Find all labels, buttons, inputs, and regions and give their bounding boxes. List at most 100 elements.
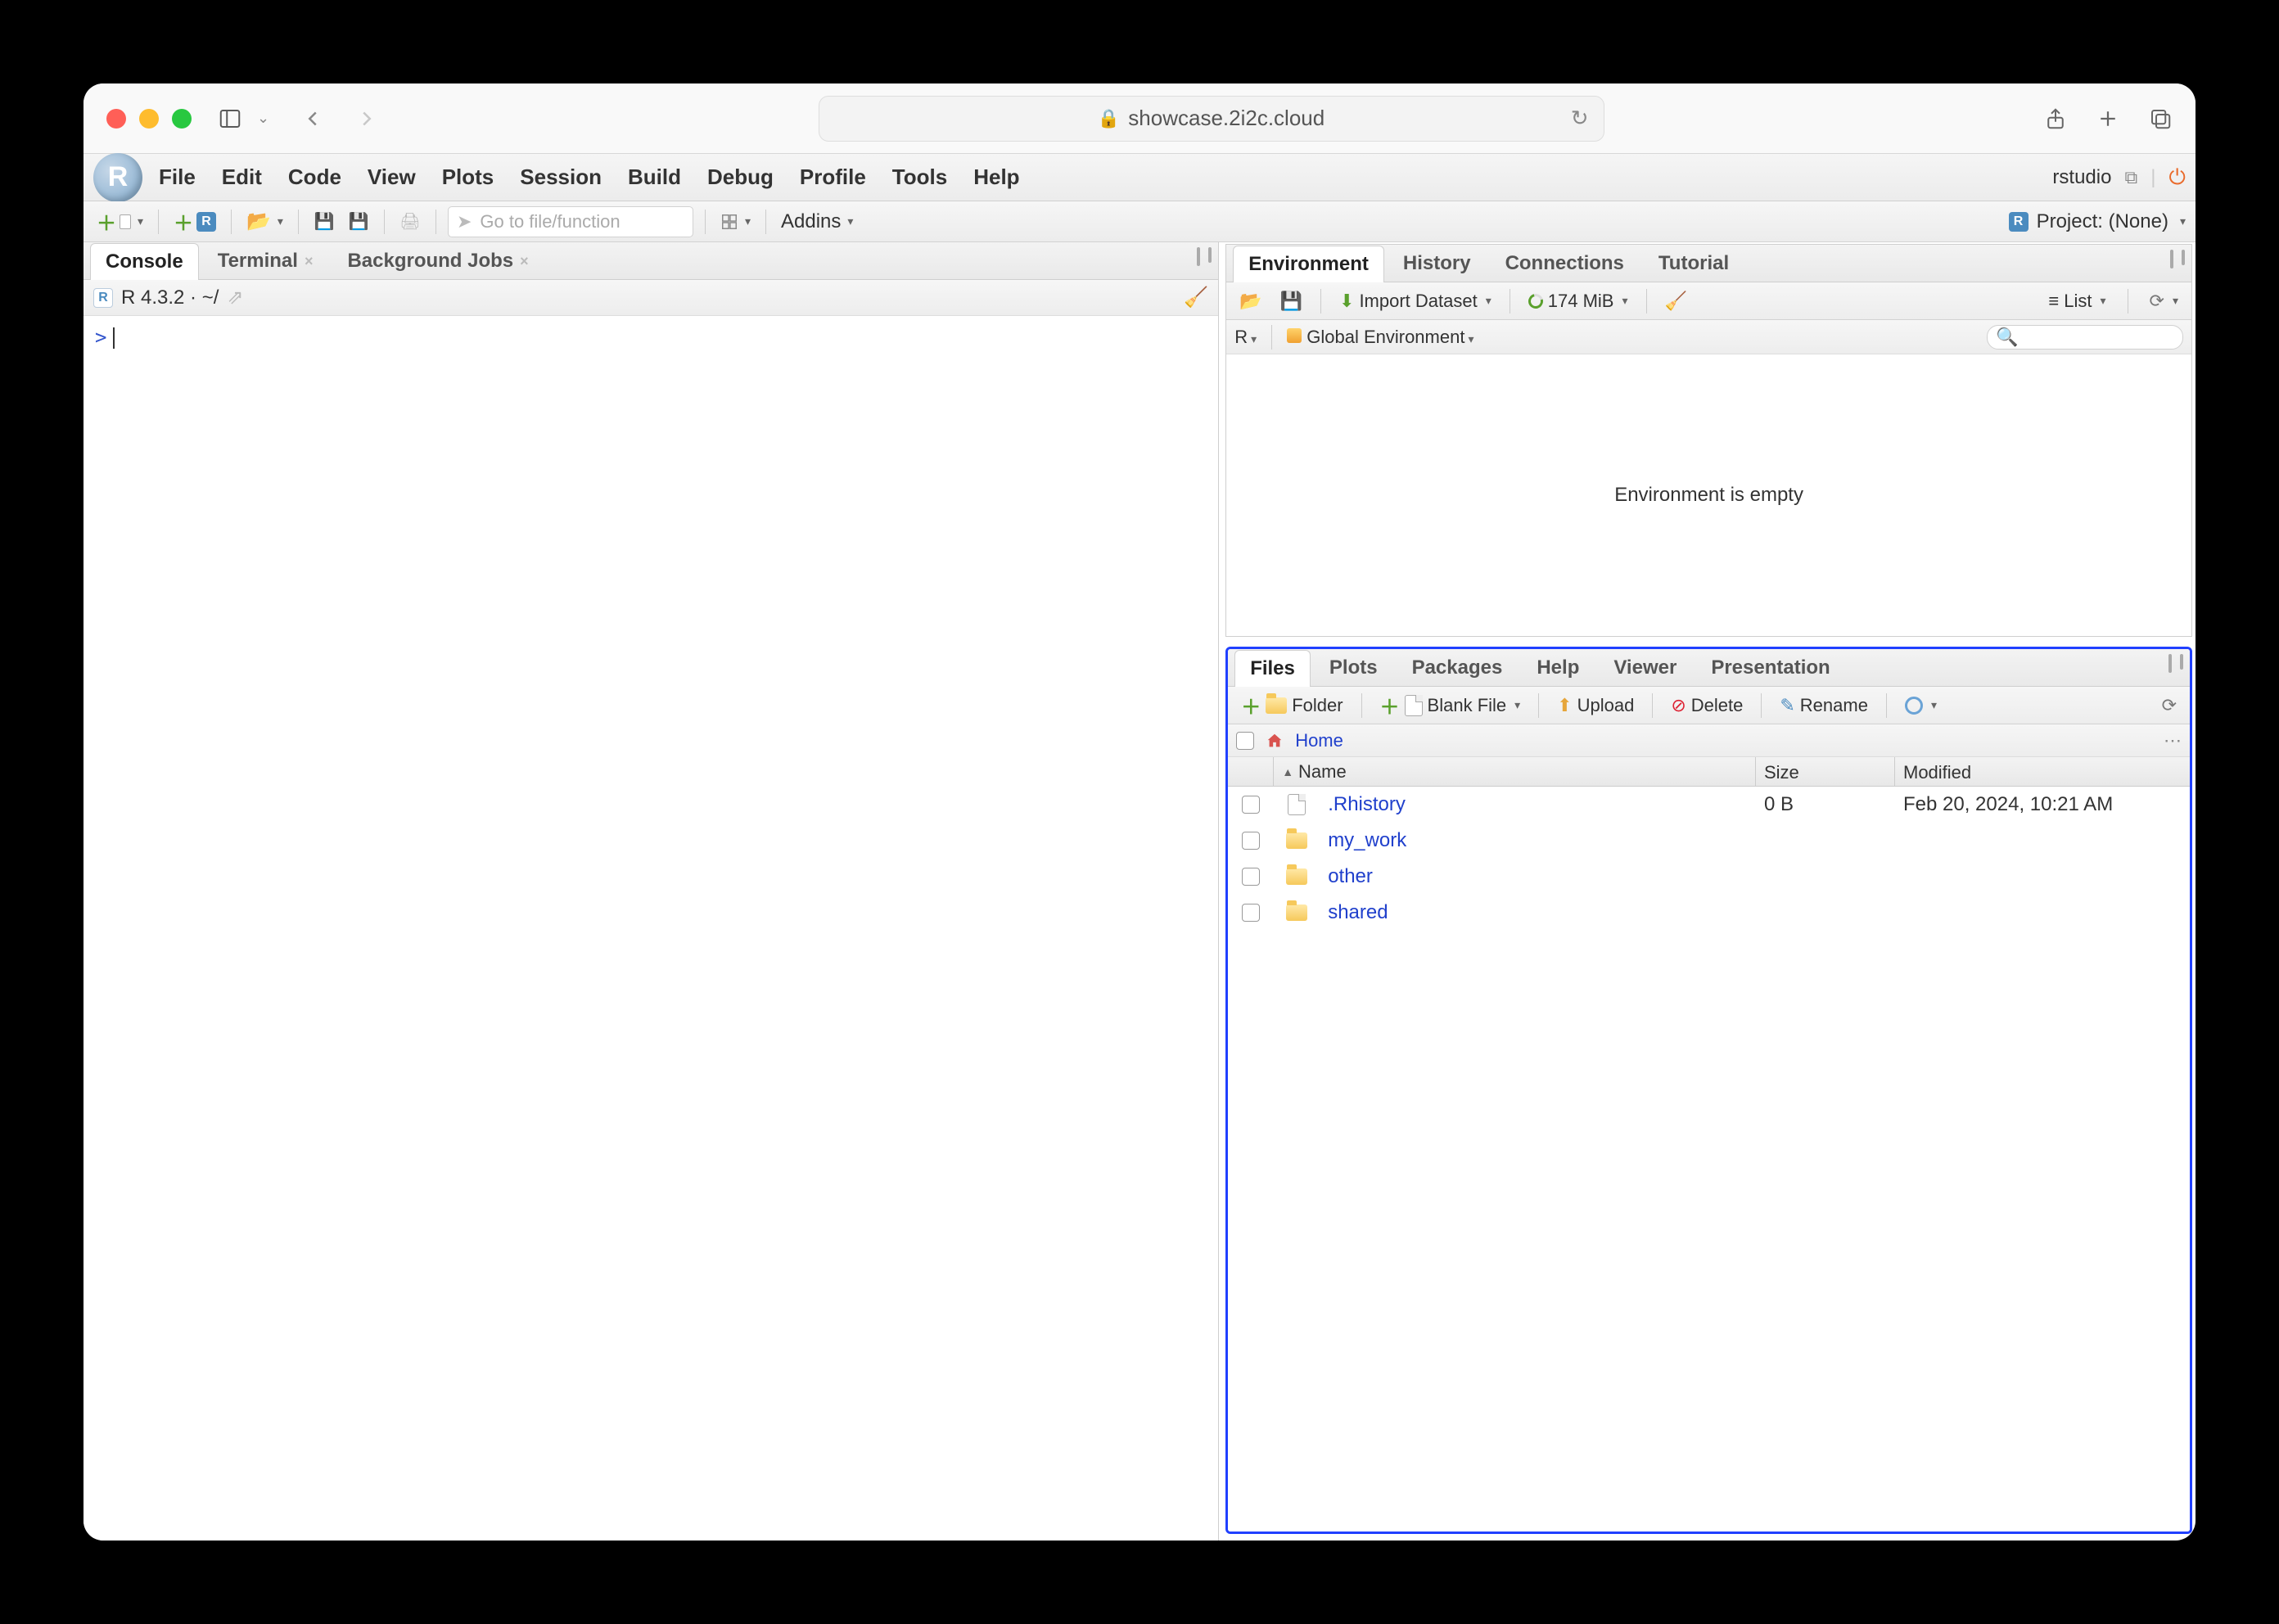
save-all-button[interactable]: 💾 — [345, 208, 372, 236]
delete-button[interactable]: ⊘ Delete — [1666, 693, 1748, 718]
console-body[interactable]: > — [83, 316, 1218, 1541]
menu-profile[interactable]: Profile — [800, 165, 866, 190]
new-blank-file-button[interactable]: ＋ Blank File▾ — [1375, 689, 1526, 721]
col-size-header[interactable]: Size — [1756, 757, 1895, 786]
row-checkbox[interactable] — [1242, 868, 1260, 886]
save-button[interactable]: 💾 — [310, 208, 338, 236]
tab-plots[interactable]: Plots — [1314, 649, 1393, 686]
new-folder-button[interactable]: ＋ Folder — [1236, 689, 1347, 721]
print-button[interactable]: 🖨 — [396, 208, 424, 236]
menu-edit[interactable]: Edit — [222, 165, 262, 190]
project-label[interactable]: Project: (None) — [2037, 210, 2168, 233]
forward-button[interactable] — [354, 106, 379, 131]
close-window-button[interactable] — [106, 109, 126, 129]
more-gear-button[interactable]: ▾ — [1900, 695, 1942, 716]
reload-icon[interactable]: ↻ — [1571, 106, 1589, 131]
file-name-link[interactable]: shared — [1328, 901, 1388, 924]
home-icon[interactable] — [1264, 732, 1285, 750]
tab-help[interactable]: Help — [1521, 649, 1595, 686]
refresh-files-button[interactable]: ⟳ — [2157, 693, 2182, 718]
back-button[interactable] — [300, 106, 325, 131]
minimize-env-icon[interactable] — [2170, 251, 2173, 264]
new-tab-icon[interactable] — [2096, 106, 2120, 131]
tab-environment[interactable]: Environment — [1233, 246, 1384, 282]
open-file-button[interactable]: 📂▾ — [243, 208, 287, 236]
chevron-down-icon[interactable]: ⌄ — [257, 110, 269, 127]
tab-connections[interactable]: Connections — [1490, 245, 1640, 282]
import-dataset-button[interactable]: ⬇ Import Dataset▾ — [1334, 289, 1496, 314]
file-name-link[interactable]: other — [1328, 865, 1373, 888]
memory-usage[interactable]: 174 MiB▾ — [1523, 289, 1633, 314]
col-modified-header[interactable]: Modified — [1895, 757, 2190, 786]
zoom-window-button[interactable] — [172, 109, 192, 129]
maximize-env-icon[interactable] — [2182, 251, 2185, 264]
tabs-overview-icon[interactable] — [2148, 106, 2173, 131]
menu-session[interactable]: Session — [520, 165, 602, 190]
view-mode-list[interactable]: ≡ List▾ — [2043, 289, 2110, 314]
env-search-input[interactable]: 🔍 — [1987, 325, 2183, 350]
tab-packages[interactable]: Packages — [1397, 649, 1519, 686]
minimize-window-button[interactable] — [139, 109, 159, 129]
tab-terminal[interactable]: Terminal× — [202, 242, 329, 279]
minimize-pane-icon[interactable] — [1197, 249, 1200, 261]
rename-button[interactable]: ✎ Rename — [1775, 693, 1873, 718]
share-icon[interactable] — [2043, 106, 2068, 131]
col-name-header[interactable]: ▲Name — [1274, 757, 1756, 786]
console-tabstrip: ConsoleTerminal×Background Jobs× — [83, 242, 1218, 280]
row-checkbox[interactable] — [1242, 904, 1260, 922]
clear-console-icon[interactable]: 🧹 — [1184, 286, 1208, 309]
sidebar-toggle-icon[interactable] — [218, 106, 242, 131]
load-workspace-button[interactable]: 📂 — [1234, 289, 1266, 314]
file-name-link[interactable]: my_work — [1328, 829, 1406, 852]
menu-help[interactable]: Help — [973, 165, 1019, 190]
menu-plots[interactable]: Plots — [442, 165, 494, 190]
menu-file[interactable]: File — [159, 165, 196, 190]
menu-code[interactable]: Code — [288, 165, 341, 190]
file-row[interactable]: other — [1228, 859, 2190, 895]
tab-files[interactable]: Files — [1234, 650, 1311, 687]
refresh-env-button[interactable]: ⟳▾ — [2145, 289, 2183, 314]
file-row[interactable]: .Rhistory0 BFeb 20, 2024, 10:21 AM — [1228, 787, 2190, 823]
menu-debug[interactable]: Debug — [707, 165, 774, 190]
language-scope[interactable]: R▾ — [1234, 327, 1257, 348]
home-link[interactable]: Home — [1295, 730, 1343, 751]
new-file-button[interactable]: ＋▾ — [93, 208, 147, 236]
quit-session-icon[interactable]: ⏻ — [2168, 165, 2186, 191]
workspace-panes-button[interactable]: ▾ — [717, 208, 754, 236]
upload-button[interactable]: ⬆ Upload — [1552, 693, 1639, 718]
popout-icon[interactable]: ⧉ — [2124, 167, 2137, 188]
popout-console-icon[interactable]: ⇗ — [227, 286, 243, 309]
file-row[interactable]: shared — [1228, 895, 2190, 931]
tab-history[interactable]: History — [1388, 245, 1487, 282]
tab-presentation[interactable]: Presentation — [1695, 649, 1845, 686]
tab-tutorial[interactable]: Tutorial — [1643, 245, 1744, 282]
tab-console[interactable]: Console — [90, 243, 199, 280]
env-scope[interactable]: Global Environment▾ — [1287, 327, 1473, 348]
menu-view[interactable]: View — [368, 165, 416, 190]
close-tab-icon[interactable]: × — [520, 253, 529, 270]
tab-background-jobs[interactable]: Background Jobs× — [332, 242, 544, 279]
close-tab-icon[interactable]: × — [305, 253, 314, 270]
save-workspace-button[interactable]: 💾 — [1275, 289, 1307, 314]
path-more-icon[interactable]: ⋯ — [2164, 730, 2182, 751]
file-name-link[interactable]: .Rhistory — [1328, 793, 1406, 816]
project-caret-icon[interactable]: ▾ — [2180, 214, 2186, 228]
row-checkbox[interactable] — [1242, 796, 1260, 814]
tab-viewer[interactable]: Viewer — [1598, 649, 1692, 686]
minimize-files-icon[interactable] — [2168, 656, 2172, 668]
url-bar[interactable]: 🔒 showcase.2i2c.cloud ↻ — [819, 96, 1604, 142]
clear-objects-button[interactable]: 🧹 — [1660, 289, 1692, 314]
row-checkbox[interactable] — [1242, 832, 1260, 850]
maximize-files-icon[interactable] — [2180, 656, 2183, 668]
new-project-button[interactable]: ＋R — [170, 208, 219, 236]
addins-menu[interactable]: Addins▾ — [778, 208, 856, 236]
goto-file-input[interactable]: ➤ Go to file/function — [448, 206, 693, 237]
maximize-pane-icon[interactable] — [1208, 249, 1212, 261]
menu-build[interactable]: Build — [628, 165, 681, 190]
env-toolbar: 📂 💾 ⬇ Import Dataset▾ 174 MiB▾ 🧹 — [1226, 282, 2191, 320]
menu-tools[interactable]: Tools — [892, 165, 947, 190]
file-row[interactable]: my_work — [1228, 823, 2190, 859]
env-empty-message: Environment is empty — [1226, 354, 2191, 636]
select-all-checkbox[interactable] — [1236, 732, 1254, 750]
file-size: 0 B — [1756, 793, 1895, 816]
